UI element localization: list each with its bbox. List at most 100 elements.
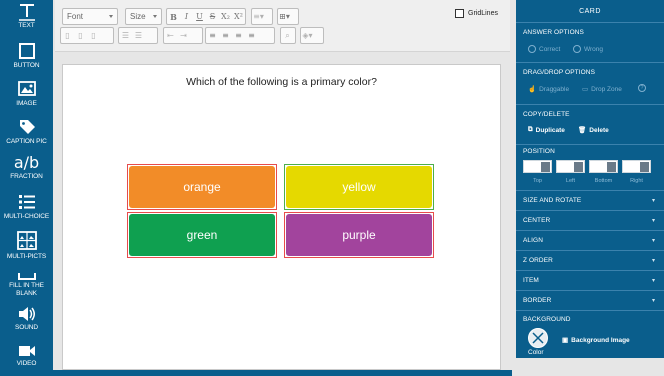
image-icon: ▣: [562, 337, 569, 344]
background-section: BACKGROUND Color ▣ Background Image: [516, 310, 664, 358]
delete-button[interactable]: 🗑 Delete: [578, 126, 609, 135]
paint-icon: ◈▾: [302, 31, 313, 40]
fraction-tool[interactable]: a/b FRACTION: [0, 153, 53, 187]
size-select[interactable]: Size: [125, 8, 162, 25]
strikethrough-button[interactable]: S: [206, 9, 219, 24]
image-tool[interactable]: IMAGE: [0, 78, 53, 112]
color-swatch-button[interactable]: [528, 328, 548, 348]
align-justify-icon[interactable]: ≡: [245, 28, 258, 43]
position-left-input[interactable]: [556, 160, 585, 173]
duplicate-button[interactable]: ⧉ Duplicate: [528, 126, 565, 134]
font-select[interactable]: Font: [62, 8, 118, 25]
dragdrop-help[interactable]: ?: [638, 84, 646, 92]
sound-tool[interactable]: SOUND: [0, 304, 53, 338]
multi-picts-tool[interactable]: MULTI-PICTS: [0, 229, 53, 265]
clipboard-group: ▯ ▯ ▯: [60, 27, 114, 44]
tool-sidebar: TEXT BUTTON IMAGE CAPTION PIC a/b FRACTI…: [0, 0, 53, 376]
outdent-icon[interactable]: ⇤: [164, 28, 177, 43]
position-bottom-label: Bottom: [594, 178, 613, 184]
paste-icon[interactable]: ▯: [74, 28, 87, 43]
dragdrop-section: DRAG/DROP OPTIONS ☝ Draggable ▭ Drop Zon…: [516, 62, 664, 104]
color-label: Color: [528, 349, 544, 356]
video-tool[interactable]: VIDEO: [0, 342, 53, 374]
text-tool-icon: [18, 4, 35, 21]
dropzone-label: Drop Zone: [591, 85, 622, 93]
indent-icon[interactable]: ⇥: [177, 28, 190, 43]
paste-text-icon[interactable]: ▯: [87, 28, 100, 43]
wrong-label: Wrong: [584, 45, 604, 53]
item-heading: ITEM: [523, 277, 539, 284]
gridlines-label: GridLines: [468, 10, 498, 17]
expand-icon: ▾: [651, 258, 655, 264]
position-bottom-input[interactable]: [589, 160, 618, 173]
image-tool-icon: [17, 81, 36, 96]
numbered-list-icon[interactable]: ☰: [119, 28, 132, 43]
size-rotate-heading: SIZE AND ROTATE: [523, 197, 582, 204]
draggable-option[interactable]: ☝ Draggable: [528, 85, 570, 94]
dropzone-option[interactable]: ▭ Drop Zone: [582, 85, 622, 94]
background-image-button[interactable]: ▣ Background Image: [562, 336, 630, 345]
superscript-button[interactable]: X²: [232, 9, 245, 24]
speaker-icon: [18, 307, 35, 321]
bullet-list-icon[interactable]: ☰: [132, 28, 145, 43]
gridlines-toggle[interactable]: GridLines: [455, 9, 498, 18]
item-section[interactable]: ITEM ▾: [516, 270, 664, 290]
correct-option[interactable]: Correct: [528, 45, 560, 53]
top-spinner[interactable]: [541, 162, 550, 172]
x-circle-icon: [573, 45, 581, 53]
text-tool[interactable]: TEXT: [0, 2, 53, 38]
caption-pic-tool[interactable]: CAPTION PIC: [0, 116, 53, 150]
link-button[interactable]: ⌕: [280, 27, 296, 44]
multi-choice-label: MULTI-CHOICE: [3, 213, 50, 220]
answer-purple-label: purple: [286, 214, 432, 256]
subscript-button[interactable]: X₂: [219, 9, 232, 24]
fill-blank-label: FILL IN THE BLANK: [9, 282, 44, 297]
correct-label: Correct: [539, 45, 561, 53]
right-spinner[interactable]: [640, 162, 649, 172]
hand-icon: ☝: [528, 86, 537, 93]
panel-title: CARD: [579, 8, 601, 15]
align-group: ≡ ≡ ≡ ≡: [205, 27, 275, 44]
wrong-option[interactable]: Wrong: [573, 45, 603, 53]
fill-blank-tool[interactable]: FILL IN THE BLANK: [0, 268, 53, 304]
border-heading: BORDER: [523, 297, 552, 304]
align-section[interactable]: ALIGN ▾: [516, 230, 664, 250]
position-top-label: Top: [533, 178, 542, 184]
underline-button[interactable]: U: [193, 9, 206, 24]
align-left-icon[interactable]: ≡: [206, 28, 219, 43]
position-right-input[interactable]: [622, 160, 651, 173]
answer-yellow[interactable]: yellow: [284, 164, 434, 210]
caption-pic-label: CAPTION PIC: [6, 138, 47, 145]
copydelete-section: COPY/DELETE ⧉ Duplicate 🗑 Delete: [516, 104, 664, 144]
align-center-icon[interactable]: ≡: [219, 28, 232, 43]
size-rotate-section[interactable]: SIZE AND ROTATE ▾: [516, 190, 664, 210]
multi-choice-tool[interactable]: MULTI-CHOICE: [0, 191, 53, 225]
button-tool[interactable]: BUTTON: [0, 40, 53, 74]
position-left-label: Left: [565, 178, 576, 184]
answer-orange[interactable]: orange: [127, 164, 277, 210]
italic-button[interactable]: I: [180, 9, 193, 24]
expand-icon: ▾: [651, 278, 655, 284]
center-section[interactable]: CENTER ▾: [516, 210, 664, 230]
answer-green[interactable]: green: [127, 212, 277, 258]
bottom-spinner[interactable]: [607, 162, 616, 172]
answer-purple[interactable]: purple: [284, 212, 434, 258]
dropzone-icon: ▭: [582, 86, 589, 93]
table-dropdown[interactable]: ⊞▾: [277, 8, 299, 25]
left-spinner[interactable]: [574, 162, 583, 172]
line-height-dropdown[interactable]: ≡▾: [251, 8, 273, 25]
answer-orange-label: orange: [129, 166, 275, 208]
align-right-icon[interactable]: ≡: [232, 28, 245, 43]
position-top-input[interactable]: [523, 160, 552, 173]
border-section[interactable]: BORDER ▾: [516, 290, 664, 310]
card-canvas[interactable]: Which of the following is a primary colo…: [62, 64, 501, 370]
color-dropdown[interactable]: ◈▾: [300, 27, 324, 44]
blank-line-icon: [17, 273, 36, 280]
z-order-section[interactable]: Z ORDER ▾: [516, 250, 664, 270]
gridlines-checkbox[interactable]: [455, 9, 464, 18]
indent-group: ⇤ ⇥: [163, 27, 203, 44]
question-text[interactable]: Which of the following is a primary colo…: [63, 76, 500, 88]
bold-button[interactable]: B: [167, 9, 180, 24]
copy-icon[interactable]: ▯: [61, 28, 74, 43]
draggable-label: Draggable: [539, 85, 570, 93]
